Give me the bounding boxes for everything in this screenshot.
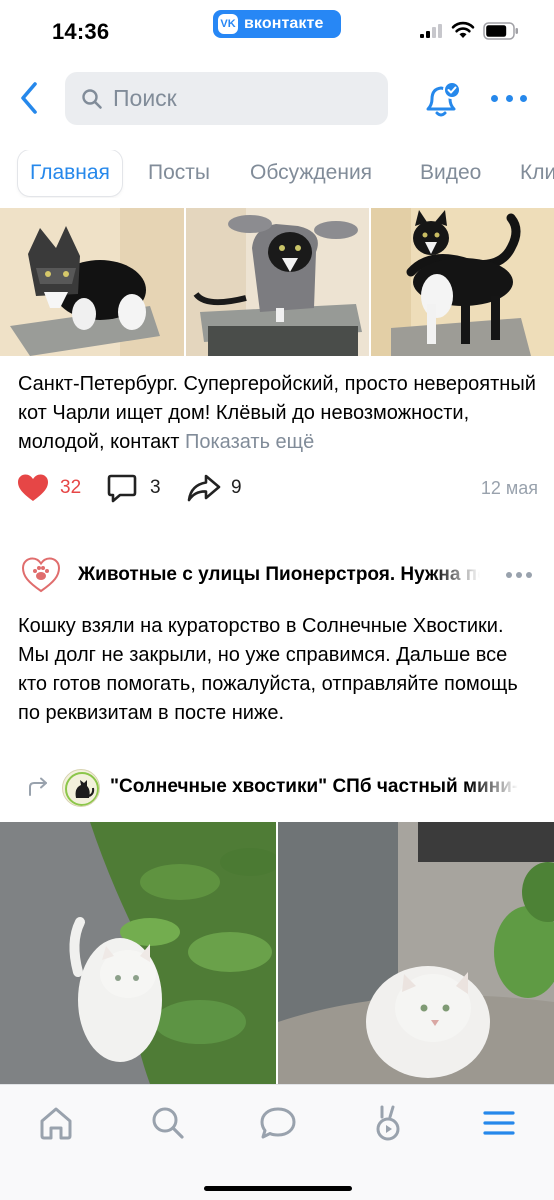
- status-time: 14:36: [52, 19, 110, 44]
- post-text: Кошку взяли на кураторство в Солнечные Х…: [18, 615, 518, 724]
- post-text: Санкт-Петербург. Супергеройский, просто …: [18, 370, 543, 458]
- chevron-left-icon: [21, 82, 37, 114]
- tab-messages[interactable]: [256, 1101, 300, 1145]
- post-header: Животные с улицы Пионерстроя. Нужна помо…: [0, 552, 554, 600]
- vk-app-badge-label: вконтакте: [244, 15, 324, 32]
- post-photo[interactable]: [0, 822, 276, 1084]
- search-icon: [82, 88, 102, 109]
- cellular-signal-icon: [420, 24, 442, 38]
- repost-source[interactable]: "Солнечные хвостики" СПб частный мини-пр…: [0, 766, 554, 810]
- heart-icon: [18, 474, 48, 501]
- post-photo[interactable]: [371, 208, 554, 356]
- wifi-icon: [451, 21, 475, 38]
- search-bar[interactable]: [65, 72, 388, 125]
- tab-clips[interactable]: [366, 1101, 410, 1145]
- dot: [491, 94, 498, 102]
- home-icon: [40, 1107, 72, 1140]
- dot: [520, 94, 527, 102]
- home-indicator: [204, 1186, 352, 1191]
- back-button[interactable]: [12, 78, 46, 118]
- share-icon: [187, 474, 221, 502]
- post-photo[interactable]: [186, 208, 369, 356]
- vk-logo-icon: VK: [218, 14, 238, 34]
- group-avatar[interactable]: [20, 554, 62, 596]
- post-more-button[interactable]: [506, 572, 532, 580]
- dot: [516, 572, 522, 578]
- status-bar: 14:36 VK вконтакте: [0, 0, 554, 60]
- menu-icon: [483, 1111, 515, 1135]
- clips-icon: [376, 1105, 400, 1141]
- top-navigation: [0, 72, 554, 128]
- tab-main[interactable]: Главная: [18, 150, 122, 196]
- comment-icon: [107, 474, 137, 503]
- search-input[interactable]: [113, 85, 353, 112]
- show-more-link[interactable]: Показать ещё: [185, 431, 314, 453]
- share-count: 9: [231, 477, 242, 498]
- notifications-button[interactable]: [420, 78, 464, 122]
- bottom-tab-bar: [0, 1084, 554, 1200]
- like-count: 32: [60, 477, 82, 498]
- dot: [506, 572, 512, 578]
- post-photo[interactable]: [0, 208, 184, 356]
- paw-heart-icon: [20, 554, 62, 596]
- group-name[interactable]: Животные с улицы Пионерстроя. Нужна помо…: [78, 564, 480, 586]
- comment-button[interactable]: 3: [106, 470, 161, 506]
- share-button[interactable]: 9: [187, 470, 242, 506]
- tab-video[interactable]: Видео: [420, 150, 481, 196]
- cat-logo-icon: [65, 772, 99, 806]
- more-options-button[interactable]: [491, 86, 527, 110]
- tab-menu[interactable]: [477, 1101, 521, 1145]
- vk-app-badge[interactable]: VK вконтакте: [213, 10, 341, 38]
- comment-count: 3: [150, 477, 161, 498]
- repost-group-name: "Солнечные хвостики" СПб частный мини-пр…: [110, 776, 518, 797]
- tab-discussions[interactable]: Обсуждения: [250, 150, 372, 196]
- battery-icon: [483, 22, 518, 40]
- tab-search[interactable]: [146, 1101, 190, 1145]
- post-date: 12 мая: [480, 478, 538, 498]
- search-icon: [152, 1107, 184, 1139]
- messages-icon: [260, 1107, 296, 1139]
- dot: [505, 94, 513, 102]
- repost-group-avatar: [62, 769, 100, 807]
- tab-home[interactable]: [34, 1101, 78, 1145]
- post-photo-gallery: [0, 208, 554, 356]
- bell-icon: [426, 81, 461, 117]
- tab-clips[interactable]: Кли: [520, 150, 554, 196]
- like-button[interactable]: 32: [16, 470, 81, 506]
- repost-arrow-icon: [29, 777, 47, 796]
- post-actions: 32 3 9 12 мая: [0, 470, 554, 506]
- tab-posts[interactable]: Посты: [148, 150, 210, 196]
- section-tabs: Главная Посты Обсуждения Видео Кли: [0, 150, 554, 198]
- dot: [526, 572, 532, 578]
- post-photo[interactable]: [278, 822, 554, 1084]
